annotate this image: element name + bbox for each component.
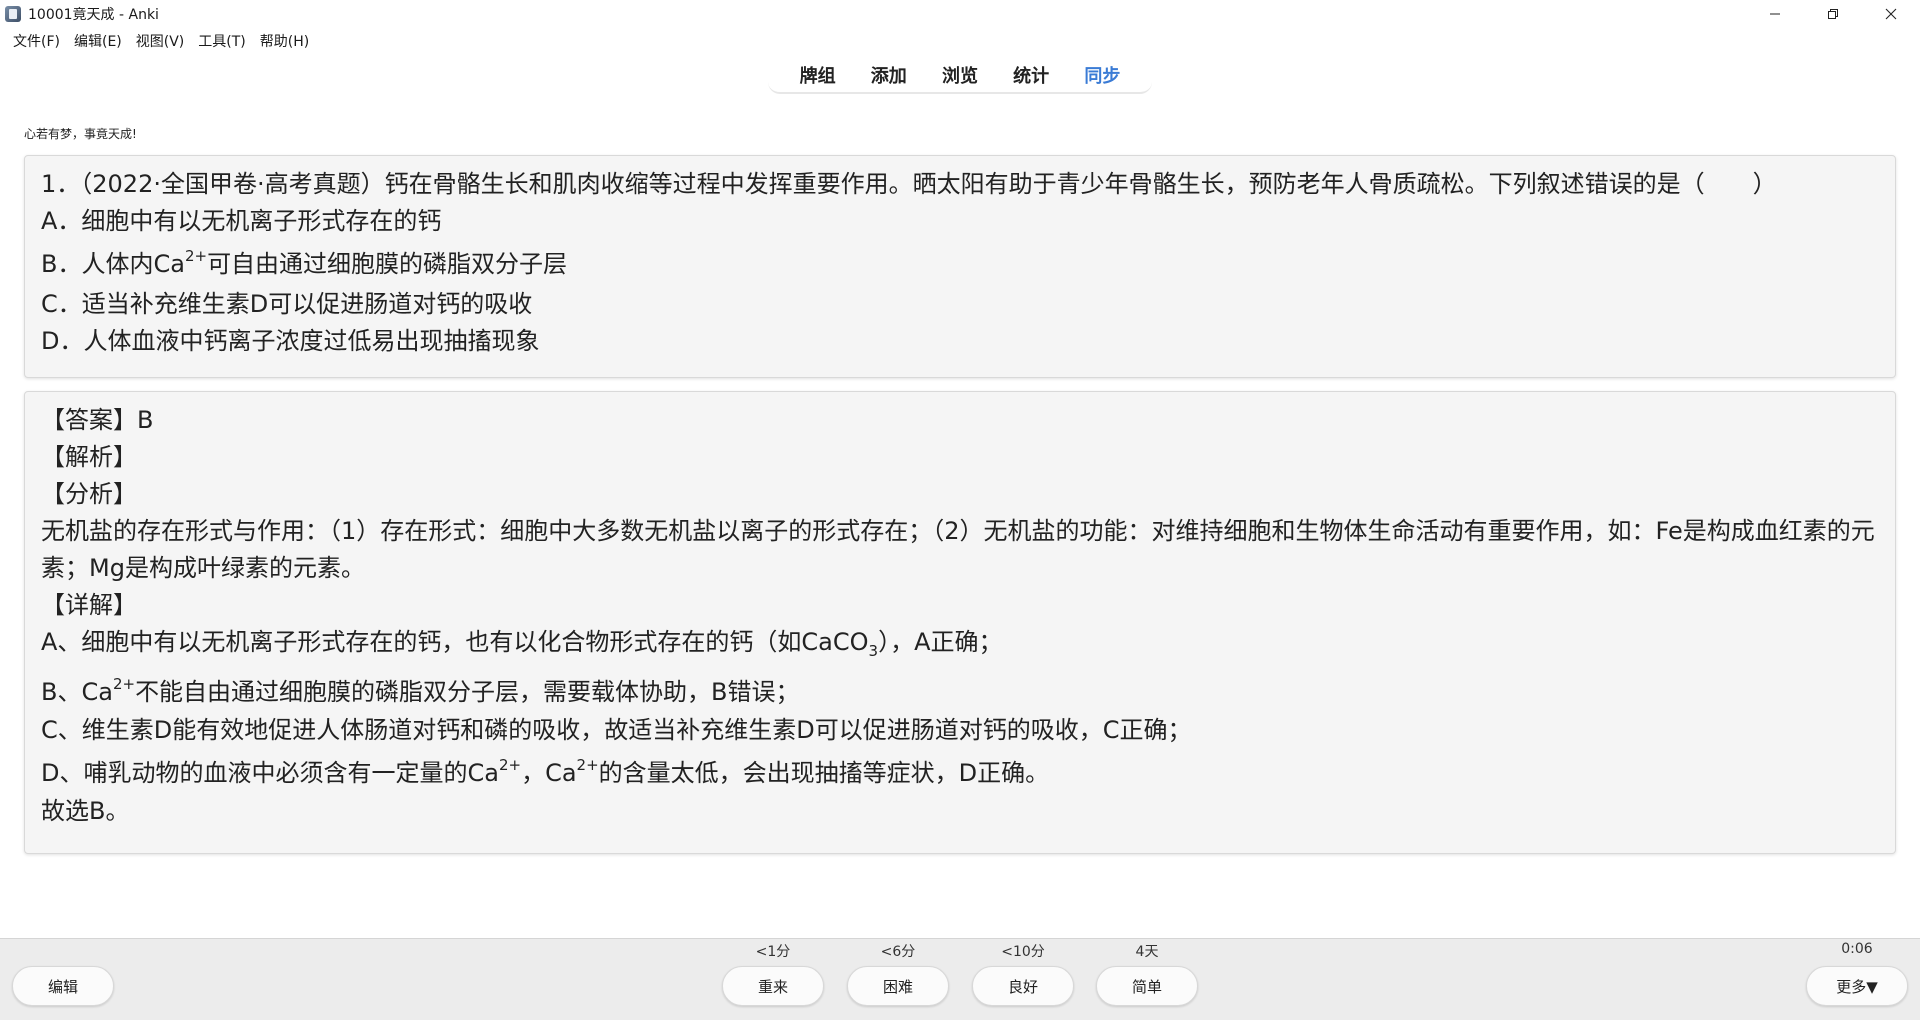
superscript: 2+ xyxy=(498,756,522,774)
option-a: A．细胞中有以无机离子形式存在的钙 xyxy=(41,207,442,235)
hard-interval: <6分 xyxy=(880,944,916,960)
again-button[interactable]: 重来 xyxy=(722,966,824,1006)
restore-icon xyxy=(1828,9,1838,19)
option-b-text-rest: 可自由通过细胞膜的磷脂双分子层 xyxy=(207,250,568,278)
subscript: 3 xyxy=(868,642,879,660)
answer-card: 【答案】B 【解析】 【分析】 无机盐的存在形式与作用：（1）存在形式：细胞中大… xyxy=(24,391,1896,854)
detail-b-text: B、Ca xyxy=(41,678,113,706)
anki-app-icon xyxy=(5,6,21,22)
detail-d-text-mid: ，Ca xyxy=(521,759,577,787)
restore-button[interactable] xyxy=(1804,0,1862,28)
option-b-text: B．人体内Ca xyxy=(41,250,185,278)
detail-line-d: D、哺乳动物的血液中必须含有一定量的Ca2+，Ca2+的含量太低，会出现抽搐等症… xyxy=(41,749,1879,793)
option-b: B．人体内Ca2+可自由通过细胞膜的磷脂双分子层 xyxy=(41,240,1879,286)
more-button[interactable]: 更多▼ xyxy=(1806,966,1908,1006)
detail-d-text-rest: 的含量太低，会出现抽搐等症状，D正确。 xyxy=(598,759,1050,787)
detail-a-text-rest: ），A正确； xyxy=(878,628,1003,656)
detail-line-c: C、维生素D能有效地促进人体肠道对钙和磷的吸收，故适当补充维生素D可以促进肠道对… xyxy=(41,716,1192,744)
toolbar-add[interactable]: 添加 xyxy=(863,62,915,88)
detail-line-a: A、细胞中有以无机离子形式存在的钙，也有以化合物形式存在的钙（如CaCO3），A… xyxy=(41,624,1879,670)
menu-tools[interactable]: 工具(T) xyxy=(191,29,252,53)
good-button[interactable]: 良好 xyxy=(972,966,1074,1006)
menu-help[interactable]: 帮助(H) xyxy=(253,29,316,53)
toolbar-stats[interactable]: 统计 xyxy=(1005,62,1057,88)
toolbar-browse[interactable]: 浏览 xyxy=(934,62,986,88)
menu-file[interactable]: 文件(F) xyxy=(6,29,67,53)
toolbar-sync[interactable]: 同步 xyxy=(1076,62,1128,88)
analysis-heading: 【解析】 xyxy=(41,443,137,471)
superscript: 2+ xyxy=(184,247,208,265)
minimize-button[interactable] xyxy=(1746,0,1804,28)
option-c: C．适当补充维生素D可以促进肠道对钙的吸收 xyxy=(41,290,533,318)
again-interval: <1分 xyxy=(755,944,791,960)
toolbar-decks[interactable]: 牌组 xyxy=(792,62,844,88)
easy-interval: 4天 xyxy=(1135,944,1159,960)
window-title: 10001竟天成 - Anki xyxy=(28,7,159,23)
good-interval: <10分 xyxy=(1001,944,1045,960)
menu-bar: 文件(F) 编辑(E) 视图(V) 工具(T) 帮助(H) xyxy=(0,29,316,53)
menu-view[interactable]: 视图(V) xyxy=(129,29,192,53)
hard-button[interactable]: 困难 xyxy=(847,966,949,1006)
review-bottom-bar: 编辑 <1分 重来 <6分 困难 <10分 良好 4天 简单 0:06 更多▼ xyxy=(0,938,1920,1020)
question-card: 1．（2022·全国甲卷·高考真题）钙在骨骼生长和肌肉收缩等过程中发挥重要作用。… xyxy=(24,155,1896,378)
window-controls xyxy=(1746,0,1920,28)
answer-line: 【答案】B xyxy=(41,406,154,434)
fenxi-heading: 【分析】 xyxy=(41,480,137,508)
main-toolbar: 牌组 添加 浏览 统计 同步 xyxy=(768,58,1152,94)
superscript: 2+ xyxy=(576,756,599,774)
close-icon xyxy=(1885,8,1897,20)
easy-button[interactable]: 简单 xyxy=(1096,966,1198,1006)
detail-b-text-rest: 不能自由通过细胞膜的磷脂双分子层，需要载体协助，B错误； xyxy=(135,678,800,706)
minimize-icon xyxy=(1770,13,1780,15)
deck-motto: 心若有梦，事竟天成! xyxy=(24,127,137,141)
option-d: D．人体血液中钙离子浓度过低易出现抽搐现象 xyxy=(41,327,540,355)
review-timer: 0:06 xyxy=(1841,941,1873,957)
detail-line-b: B、Ca2+不能自由通过细胞膜的磷脂双分子层，需要载体协助，B错误； xyxy=(41,670,1879,712)
conclusion: 故选B。 xyxy=(41,797,130,825)
title-bar: 10001竟天成 - Anki xyxy=(0,0,1920,28)
detail-heading: 【详解】 xyxy=(41,591,137,619)
detail-d-text: D、哺乳动物的血液中必须含有一定量的Ca xyxy=(41,759,499,787)
detail-a-text: A、细胞中有以无机离子形式存在的钙，也有以化合物形式存在的钙（如CaCO xyxy=(41,628,869,656)
superscript: 2+ xyxy=(112,675,136,693)
close-button[interactable] xyxy=(1862,0,1920,28)
question-stem: 1．（2022·全国甲卷·高考真题）钙在骨骼生长和肌肉收缩等过程中发挥重要作用。… xyxy=(41,170,1777,198)
fenxi-text: 无机盐的存在形式与作用：（1）存在形式：细胞中大多数无机盐以离子的形式存在；（2… xyxy=(41,517,1875,582)
edit-button[interactable]: 编辑 xyxy=(12,966,114,1006)
menu-edit[interactable]: 编辑(E) xyxy=(67,29,129,53)
